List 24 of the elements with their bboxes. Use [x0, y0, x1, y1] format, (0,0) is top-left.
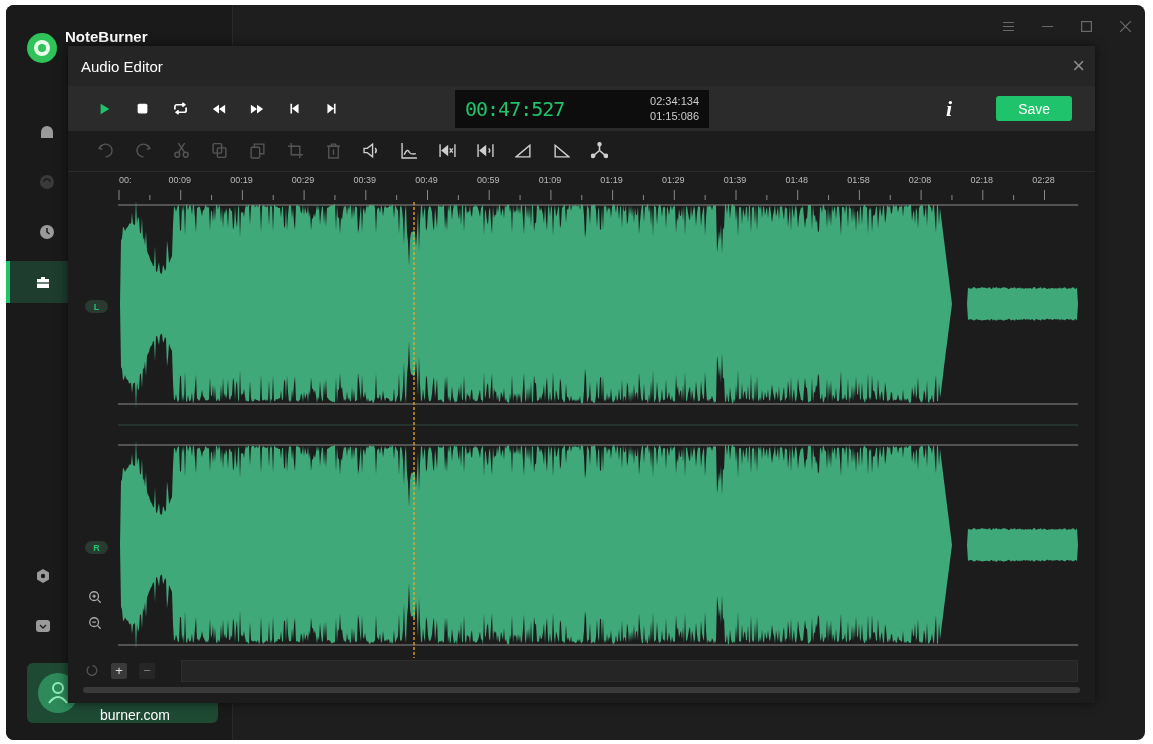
- time-label: 02:18: [970, 175, 994, 186]
- time-label: 01:58: [847, 175, 870, 186]
- time-label: 00:59: [476, 175, 500, 186]
- dialog-title: Audio Editor: [81, 57, 163, 75]
- time-label: 00:09: [168, 175, 191, 186]
- app-name: NoteBurner: [65, 29, 148, 45]
- time-label: 02:28: [1032, 175, 1055, 186]
- current-time: 00:47:527: [465, 96, 565, 121]
- time-label: 01:29: [662, 175, 685, 186]
- time-label: 02:08: [908, 175, 932, 186]
- selection-time: 01:15:086: [650, 110, 699, 123]
- time-label: 01:09: [538, 175, 562, 186]
- channel-label: R: [85, 541, 108, 555]
- time-label: 00:39: [353, 175, 377, 186]
- time-label: 01:48: [785, 175, 808, 186]
- account-name: burner.com: [100, 707, 171, 723]
- time-label: 00:49: [415, 175, 438, 186]
- time-label: 00:: [119, 175, 132, 186]
- time-label: 01:19: [600, 175, 623, 186]
- time-label: 00:29: [291, 175, 315, 186]
- time-label: 01:39: [723, 175, 747, 186]
- time-label: 00:19: [230, 175, 253, 186]
- channel-label: L: [85, 300, 108, 314]
- total-time: 02:34:134: [650, 95, 699, 108]
